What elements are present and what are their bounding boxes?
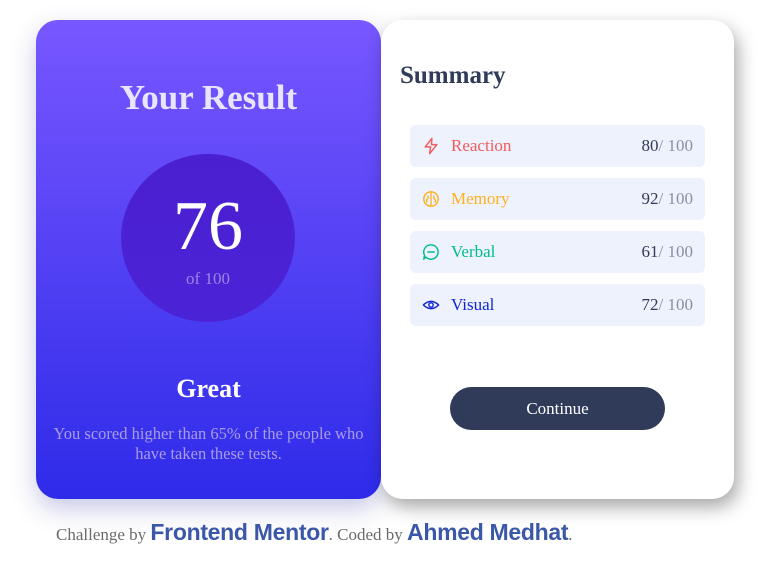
- eye-icon: [422, 300, 440, 310]
- summary-card: Summary Reaction 80/ 100 Memory 92/ 100 …: [381, 20, 734, 499]
- continue-button[interactable]: Continue: [450, 387, 665, 430]
- summary-item-label: Verbal: [451, 242, 496, 261]
- summary-item-score: 80/ 100: [641, 136, 693, 155]
- rating-label: Great: [176, 374, 241, 403]
- summary-item-label: Visual: [451, 295, 495, 314]
- summary-item-score: 61/ 100: [641, 242, 693, 261]
- result-card: Your Result 76 of 100 Great You scored h…: [36, 20, 381, 499]
- lightning-icon: [424, 137, 438, 155]
- author-link[interactable]: Ahmed Medhat: [407, 519, 569, 545]
- summary-item-reaction: Reaction 80/ 100: [410, 125, 705, 167]
- summary-item-memory: Memory 92/ 100: [410, 178, 705, 220]
- summary-item-visual: Visual 72/ 100: [410, 284, 705, 326]
- score-value: 76: [173, 188, 243, 265]
- frontend-mentor-link[interactable]: Frontend Mentor: [150, 519, 329, 545]
- attribution-footer: Challenge by Frontend Mentor. Coded by A…: [56, 519, 573, 545]
- summary-item-verbal: Verbal 61/ 100: [410, 231, 705, 273]
- summary-title: Summary: [400, 62, 506, 89]
- summary-item-label: Reaction: [451, 136, 512, 155]
- score-circle: 76 of 100: [121, 154, 295, 322]
- summary-item-score: 92/ 100: [641, 189, 693, 208]
- result-title: Your Result: [119, 78, 298, 117]
- chat-bubble-icon: [423, 244, 439, 260]
- score-max: of 100: [186, 269, 230, 288]
- summary-item-score: 72/ 100: [641, 295, 693, 314]
- rating-description: You scored higher than 65% of the people…: [53, 424, 364, 463]
- summary-item-label: Memory: [451, 189, 510, 208]
- brain-icon: [423, 191, 439, 207]
